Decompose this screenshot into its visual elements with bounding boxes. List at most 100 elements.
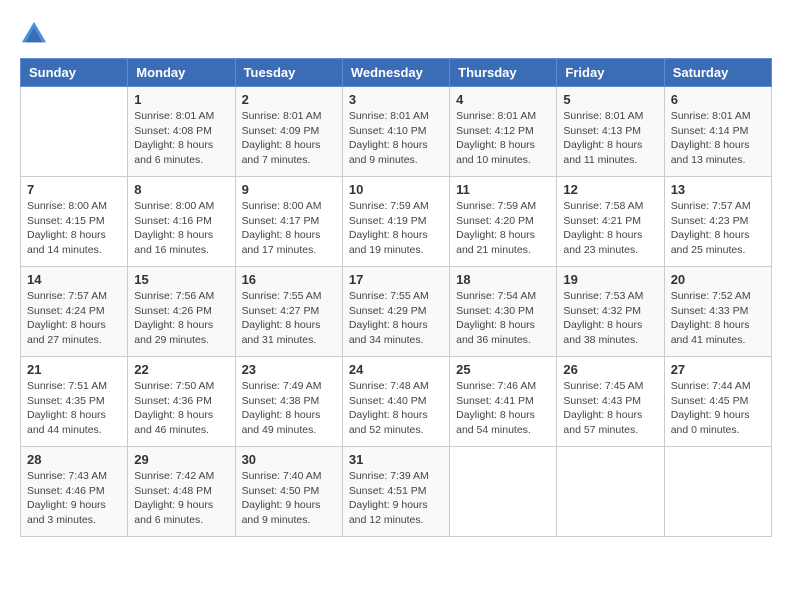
day-info: Sunrise: 7:43 AMSunset: 4:46 PMDaylight:… — [27, 469, 121, 528]
day-info: Sunrise: 8:01 AMSunset: 4:08 PMDaylight:… — [134, 109, 228, 168]
day-info: Sunrise: 7:52 AMSunset: 4:33 PMDaylight:… — [671, 289, 765, 348]
day-number: 15 — [134, 272, 228, 287]
day-info: Sunrise: 8:01 AMSunset: 4:10 PMDaylight:… — [349, 109, 443, 168]
day-number: 17 — [349, 272, 443, 287]
day-number: 2 — [242, 92, 336, 107]
day-info: Sunrise: 7:53 AMSunset: 4:32 PMDaylight:… — [563, 289, 657, 348]
calendar-cell: 10 Sunrise: 7:59 AMSunset: 4:19 PMDayligh… — [342, 177, 449, 267]
header-saturday: Saturday — [664, 59, 771, 87]
calendar-cell: 18Sunrise: 7:54 AMSunset: 4:30 PMDayligh… — [450, 267, 557, 357]
calendar-row-week-1: 1 Sunrise: 8:01 AMSunset: 4:08 PMDaylight… — [21, 87, 772, 177]
day-number: 20 — [671, 272, 765, 287]
day-info: Sunrise: 8:01 AMSunset: 4:14 PMDaylight:… — [671, 109, 765, 168]
calendar-cell: 16Sunrise: 7:55 AMSunset: 4:27 PMDayligh… — [235, 267, 342, 357]
header-friday: Friday — [557, 59, 664, 87]
day-number: 22 — [134, 362, 228, 377]
calendar-header-row: SundayMondayTuesdayWednesdayThursdayFrid… — [21, 59, 772, 87]
day-number: 10 — [349, 182, 443, 197]
header-sunday: Sunday — [21, 59, 128, 87]
calendar-cell: 22 Sunrise: 7:50 AMSunset: 4:36 PMDayligh… — [128, 357, 235, 447]
day-number: 4 — [456, 92, 550, 107]
calendar-row-week-2: 7 Sunrise: 8:00 AMSunset: 4:15 PMDaylight… — [21, 177, 772, 267]
day-number: 3 — [349, 92, 443, 107]
calendar-cell: 11Sunrise: 7:59 AMSunset: 4:20 PMDayligh… — [450, 177, 557, 267]
day-info: Sunrise: 7:39 AMSunset: 4:51 PMDaylight:… — [349, 469, 443, 528]
calendar-cell: 3 Sunrise: 8:01 AMSunset: 4:10 PMDaylight… — [342, 87, 449, 177]
day-number: 29 — [134, 452, 228, 467]
calendar-cell — [21, 87, 128, 177]
day-info: Sunrise: 7:50 AMSunset: 4:36 PMDaylight:… — [134, 379, 228, 438]
day-info: Sunrise: 7:51 AMSunset: 4:35 PMDaylight:… — [27, 379, 121, 438]
day-number: 31 — [349, 452, 443, 467]
day-number: 30 — [242, 452, 336, 467]
header-thursday: Thursday — [450, 59, 557, 87]
day-number: 13 — [671, 182, 765, 197]
calendar-cell: 9 Sunrise: 8:00 AMSunset: 4:17 PMDaylight… — [235, 177, 342, 267]
calendar-cell: 19Sunrise: 7:53 AMSunset: 4:32 PMDayligh… — [557, 267, 664, 357]
day-number: 21 — [27, 362, 121, 377]
header-monday: Monday — [128, 59, 235, 87]
day-info: Sunrise: 7:55 AMSunset: 4:29 PMDaylight:… — [349, 289, 443, 348]
calendar-cell: 14Sunrise: 7:57 AMSunset: 4:24 PMDayligh… — [21, 267, 128, 357]
day-info: Sunrise: 8:00 AMSunset: 4:17 PMDaylight:… — [242, 199, 336, 258]
page-header — [20, 20, 772, 48]
calendar-cell: 31 Sunrise: 7:39 AMSunset: 4:51 PMDayligh… — [342, 447, 449, 537]
logo-icon — [20, 20, 48, 48]
day-info: Sunrise: 8:00 AMSunset: 4:16 PMDaylight:… — [134, 199, 228, 258]
calendar-cell: 15 Sunrise: 7:56 AMSunset: 4:26 PMDayligh… — [128, 267, 235, 357]
day-info: Sunrise: 7:48 AMSunset: 4:40 PMDaylight:… — [349, 379, 443, 438]
day-info: Sunrise: 7:58 AMSunset: 4:21 PMDaylight:… — [563, 199, 657, 258]
day-number: 5 — [563, 92, 657, 107]
day-number: 1 — [134, 92, 228, 107]
day-info: Sunrise: 8:01 AMSunset: 4:13 PMDaylight:… — [563, 109, 657, 168]
day-number: 14 — [27, 272, 121, 287]
day-info: Sunrise: 7:44 AMSunset: 4:45 PMDaylight:… — [671, 379, 765, 438]
day-info: Sunrise: 7:59 AMSunset: 4:19 PMDaylight:… — [349, 199, 443, 258]
calendar-cell — [557, 447, 664, 537]
day-number: 9 — [242, 182, 336, 197]
calendar-table: SundayMondayTuesdayWednesdayThursdayFrid… — [20, 58, 772, 537]
calendar-cell: 21 Sunrise: 7:51 AMSunset: 4:35 PMDayligh… — [21, 357, 128, 447]
calendar-cell: 29 Sunrise: 7:42 AMSunset: 4:48 PMDayligh… — [128, 447, 235, 537]
day-info: Sunrise: 7:54 AMSunset: 4:30 PMDaylight:… — [456, 289, 550, 348]
calendar-cell: 20 Sunrise: 7:52 AMSunset: 4:33 PMDayligh… — [664, 267, 771, 357]
day-number: 8 — [134, 182, 228, 197]
calendar-cell: 28Sunrise: 7:43 AMSunset: 4:46 PMDayligh… — [21, 447, 128, 537]
calendar-row-week-4: 21 Sunrise: 7:51 AMSunset: 4:35 PMDayligh… — [21, 357, 772, 447]
calendar-cell: 6Sunrise: 8:01 AMSunset: 4:14 PMDaylight… — [664, 87, 771, 177]
day-number: 7 — [27, 182, 121, 197]
day-info: Sunrise: 7:42 AMSunset: 4:48 PMDaylight:… — [134, 469, 228, 528]
day-number: 25 — [456, 362, 550, 377]
day-number: 12 — [563, 182, 657, 197]
day-number: 24 — [349, 362, 443, 377]
day-info: Sunrise: 8:00 AMSunset: 4:15 PMDaylight:… — [27, 199, 121, 258]
day-info: Sunrise: 7:56 AMSunset: 4:26 PMDaylight:… — [134, 289, 228, 348]
day-info: Sunrise: 8:01 AMSunset: 4:12 PMDaylight:… — [456, 109, 550, 168]
calendar-cell: 12 Sunrise: 7:58 AMSunset: 4:21 PMDayligh… — [557, 177, 664, 267]
calendar-cell: 24 Sunrise: 7:48 AMSunset: 4:40 PMDayligh… — [342, 357, 449, 447]
calendar-row-week-5: 28Sunrise: 7:43 AMSunset: 4:46 PMDayligh… — [21, 447, 772, 537]
calendar-cell: 26 Sunrise: 7:45 AMSunset: 4:43 PMDayligh… — [557, 357, 664, 447]
day-info: Sunrise: 7:49 AMSunset: 4:38 PMDaylight:… — [242, 379, 336, 438]
calendar-cell: 23 Sunrise: 7:49 AMSunset: 4:38 PMDayligh… — [235, 357, 342, 447]
header-tuesday: Tuesday — [235, 59, 342, 87]
day-number: 26 — [563, 362, 657, 377]
day-info: Sunrise: 7:45 AMSunset: 4:43 PMDaylight:… — [563, 379, 657, 438]
day-info: Sunrise: 7:57 AMSunset: 4:23 PMDaylight:… — [671, 199, 765, 258]
calendar-cell: 8 Sunrise: 8:00 AMSunset: 4:16 PMDaylight… — [128, 177, 235, 267]
calendar-cell: 30 Sunrise: 7:40 AMSunset: 4:50 PMDayligh… — [235, 447, 342, 537]
day-info: Sunrise: 7:55 AMSunset: 4:27 PMDaylight:… — [242, 289, 336, 348]
calendar-cell — [664, 447, 771, 537]
calendar-cell — [450, 447, 557, 537]
day-info: Sunrise: 7:40 AMSunset: 4:50 PMDaylight:… — [242, 469, 336, 528]
calendar-cell: 5 Sunrise: 8:01 AMSunset: 4:13 PMDaylight… — [557, 87, 664, 177]
logo — [20, 20, 52, 48]
calendar-cell: 17 Sunrise: 7:55 AMSunset: 4:29 PMDayligh… — [342, 267, 449, 357]
calendar-row-week-3: 14Sunrise: 7:57 AMSunset: 4:24 PMDayligh… — [21, 267, 772, 357]
day-info: Sunrise: 8:01 AMSunset: 4:09 PMDaylight:… — [242, 109, 336, 168]
day-number: 23 — [242, 362, 336, 377]
calendar-cell: 1 Sunrise: 8:01 AMSunset: 4:08 PMDaylight… — [128, 87, 235, 177]
calendar-cell: 13 Sunrise: 7:57 AMSunset: 4:23 PMDayligh… — [664, 177, 771, 267]
calendar-cell: 7 Sunrise: 8:00 AMSunset: 4:15 PMDaylight… — [21, 177, 128, 267]
calendar-cell: 25Sunrise: 7:46 AMSunset: 4:41 PMDayligh… — [450, 357, 557, 447]
